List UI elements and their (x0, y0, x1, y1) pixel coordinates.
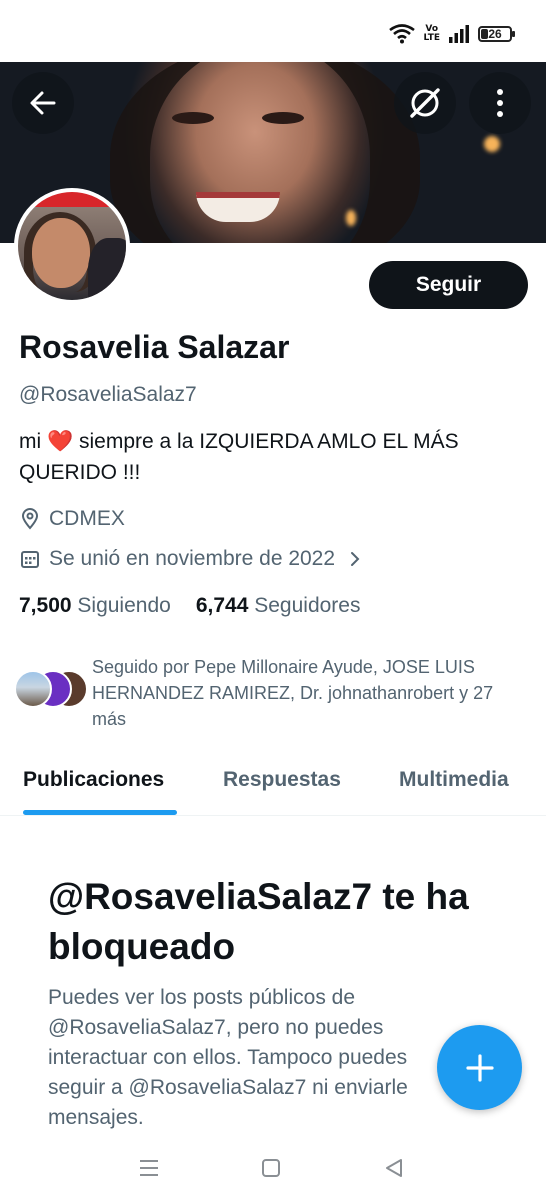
banner-light (484, 136, 500, 152)
battery-level: 26 (488, 27, 502, 41)
system-nav-bar (0, 1140, 546, 1200)
followed-by-text[interactable]: Seguido por Pepe Millonaire Ayude, JOSE … (92, 654, 532, 732)
bio-text-start: mi (19, 430, 42, 453)
square-icon (262, 1159, 280, 1177)
mutual-avatar-1 (14, 670, 52, 708)
banner-eye-right (262, 112, 304, 124)
grok-button[interactable] (394, 72, 456, 134)
tab-respuestas[interactable]: Respuestas (223, 768, 341, 792)
blocked-title: @RosaveliaSalaz7 te ha bloqueado (48, 876, 469, 967)
profile-avatar[interactable] (14, 188, 130, 304)
slash-circle-icon (410, 88, 440, 118)
profile-location: CDMEX (19, 507, 125, 531)
back-nav-button[interactable] (380, 1154, 408, 1182)
followers-count: 6,744 (195, 594, 249, 617)
followers-link[interactable]: 6,744 Seguidores (196, 594, 361, 618)
followers-label: Seguidores (254, 594, 361, 617)
avatar-face (32, 218, 90, 288)
calendar-icon (19, 548, 41, 570)
volte-indicator: Vo LTE (423, 25, 440, 43)
profile-bio: mi ❤️ siempre a la IZQUIERDA AMLO EL MÁS… (19, 426, 529, 488)
follow-button[interactable]: Seguir (369, 261, 528, 309)
heart-emoji: ❤️ (47, 430, 74, 453)
volte-line2: LTE (423, 33, 440, 43)
compose-button[interactable] (437, 1025, 522, 1110)
blocked-message: Puedes ver los posts públicos de @Rosave… (48, 986, 408, 1129)
recent-apps-button[interactable] (135, 1154, 163, 1182)
triangle-back-icon (386, 1159, 402, 1177)
profile-tabs: Publicaciones Respuestas Multimedia (0, 756, 546, 816)
following-count: 7,500 (19, 594, 72, 617)
profile-handle: @RosaveliaSalaz7 (19, 383, 197, 406)
tab-multimedia[interactable]: Multimedia (399, 768, 509, 792)
joined-text: Se unió en noviembre de 2022 (49, 547, 336, 570)
signal-icon (449, 25, 469, 43)
bio-text-end: siempre a la IZQUIERDA AMLO EL MÁS QUERI… (19, 430, 459, 484)
chevron-right-icon (349, 550, 361, 568)
tab-publicaciones[interactable]: Publicaciones (23, 768, 164, 792)
profile-joined[interactable]: Se unió en noviembre de 2022 (19, 547, 361, 571)
mutual-followers-avatars[interactable] (14, 670, 88, 710)
avatar-person (88, 238, 126, 300)
plus-icon (465, 1053, 494, 1082)
battery-tip (512, 31, 515, 37)
map-pin-icon (19, 508, 41, 530)
banner-eye-left (172, 112, 214, 124)
banner-earring (346, 210, 356, 226)
status-bar: Vo LTE 26 (0, 0, 546, 62)
battery-icon: 26 (478, 26, 515, 42)
following-link[interactable]: 7,500 Siguiendo (19, 594, 171, 618)
follow-counts: 7,500 Siguiendo 6,744 Seguidores (19, 594, 360, 618)
menu-lines-icon (140, 1160, 158, 1176)
display-name: Rosavelia Salazar (19, 329, 290, 365)
home-button[interactable] (257, 1154, 285, 1182)
following-label: Siguiendo (77, 594, 171, 617)
wifi-icon (389, 24, 416, 44)
more-options-button[interactable] (469, 72, 531, 134)
back-button[interactable] (12, 72, 74, 134)
location-text: CDMEX (49, 507, 125, 530)
active-tab-indicator (23, 810, 177, 815)
vertical-ellipsis-icon (497, 89, 503, 117)
arrow-left-icon (30, 91, 56, 115)
status-icons: Vo LTE 26 (389, 24, 515, 44)
